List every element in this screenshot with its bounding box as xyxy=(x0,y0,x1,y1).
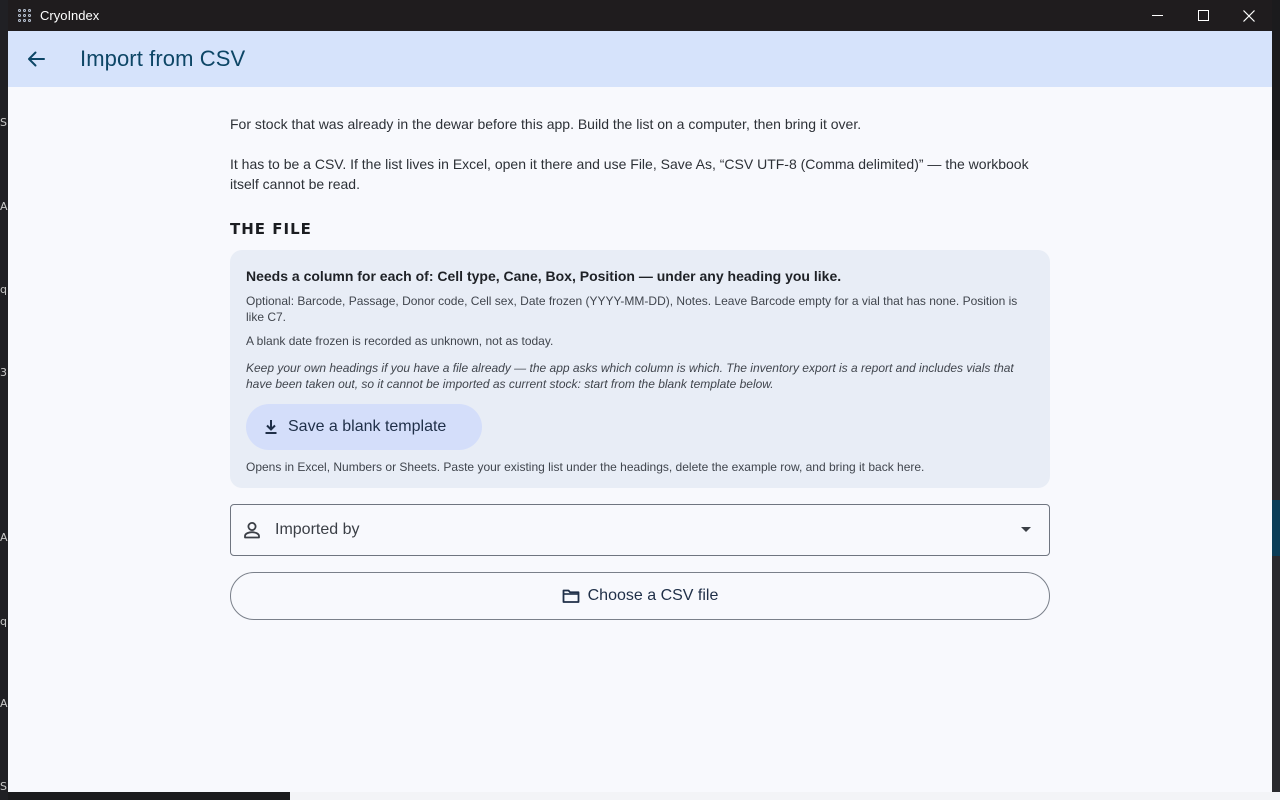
chevron-down-icon xyxy=(1021,527,1031,532)
page-title: Import from CSV xyxy=(80,46,246,71)
file-info-card: Needs a column for each of: Cell type, C… xyxy=(230,250,1050,488)
desktop-background-right xyxy=(1272,160,1280,800)
template-hint-text: Opens in Excel, Numbers or Sheets. Paste… xyxy=(246,460,925,474)
blank-date-text: A blank date frozen is recorded as unkno… xyxy=(246,334,554,348)
choose-csv-label: Choose a CSV file xyxy=(587,587,719,604)
folder-icon xyxy=(562,588,580,604)
main-content: For stock that was already in the dewar … xyxy=(230,114,1050,620)
app-grid-icon xyxy=(18,8,32,23)
app-window: CryoIndex Import from CSV For stock that… xyxy=(8,0,1272,792)
app-bar: Import from CSV xyxy=(8,31,1272,87)
back-button[interactable] xyxy=(16,39,56,79)
close-button[interactable] xyxy=(1226,0,1272,31)
maximize-icon xyxy=(1197,10,1209,21)
required-columns-text: Needs a column for each of: Cell type, C… xyxy=(246,268,842,284)
maximize-button[interactable] xyxy=(1180,0,1226,31)
desktop-background-left: S A q 3 A q A S xyxy=(0,0,8,800)
download-icon xyxy=(264,419,278,435)
minimize-button[interactable] xyxy=(1134,0,1180,31)
save-template-label: Save a blank template xyxy=(288,418,447,435)
minimize-icon xyxy=(1151,15,1163,16)
title-bar: CryoIndex xyxy=(8,0,1272,31)
intro-text: For stock that was already in the dewar … xyxy=(230,116,862,132)
window-title: CryoIndex xyxy=(40,8,100,23)
choose-csv-button[interactable]: Choose a CSV file xyxy=(230,572,1050,620)
save-template-button[interactable]: Save a blank template xyxy=(246,404,482,450)
person-icon xyxy=(242,520,262,540)
optional-columns-text: Optional: Barcode, Passage, Donor code, … xyxy=(246,294,1018,324)
close-icon xyxy=(1243,9,1255,22)
csv-requirement-text: It has to be a CSV. If the list lives in… xyxy=(230,156,1029,192)
imported-by-label: Imported by xyxy=(275,521,360,538)
desktop-background-bottom xyxy=(290,792,1280,800)
arrow-left-icon xyxy=(28,51,45,67)
headings-note-text: Keep your own headings if you have a fil… xyxy=(246,361,1014,391)
section-heading-file: THE FILE xyxy=(230,220,312,238)
imported-by-dropdown[interactable]: Imported by xyxy=(230,504,1050,556)
